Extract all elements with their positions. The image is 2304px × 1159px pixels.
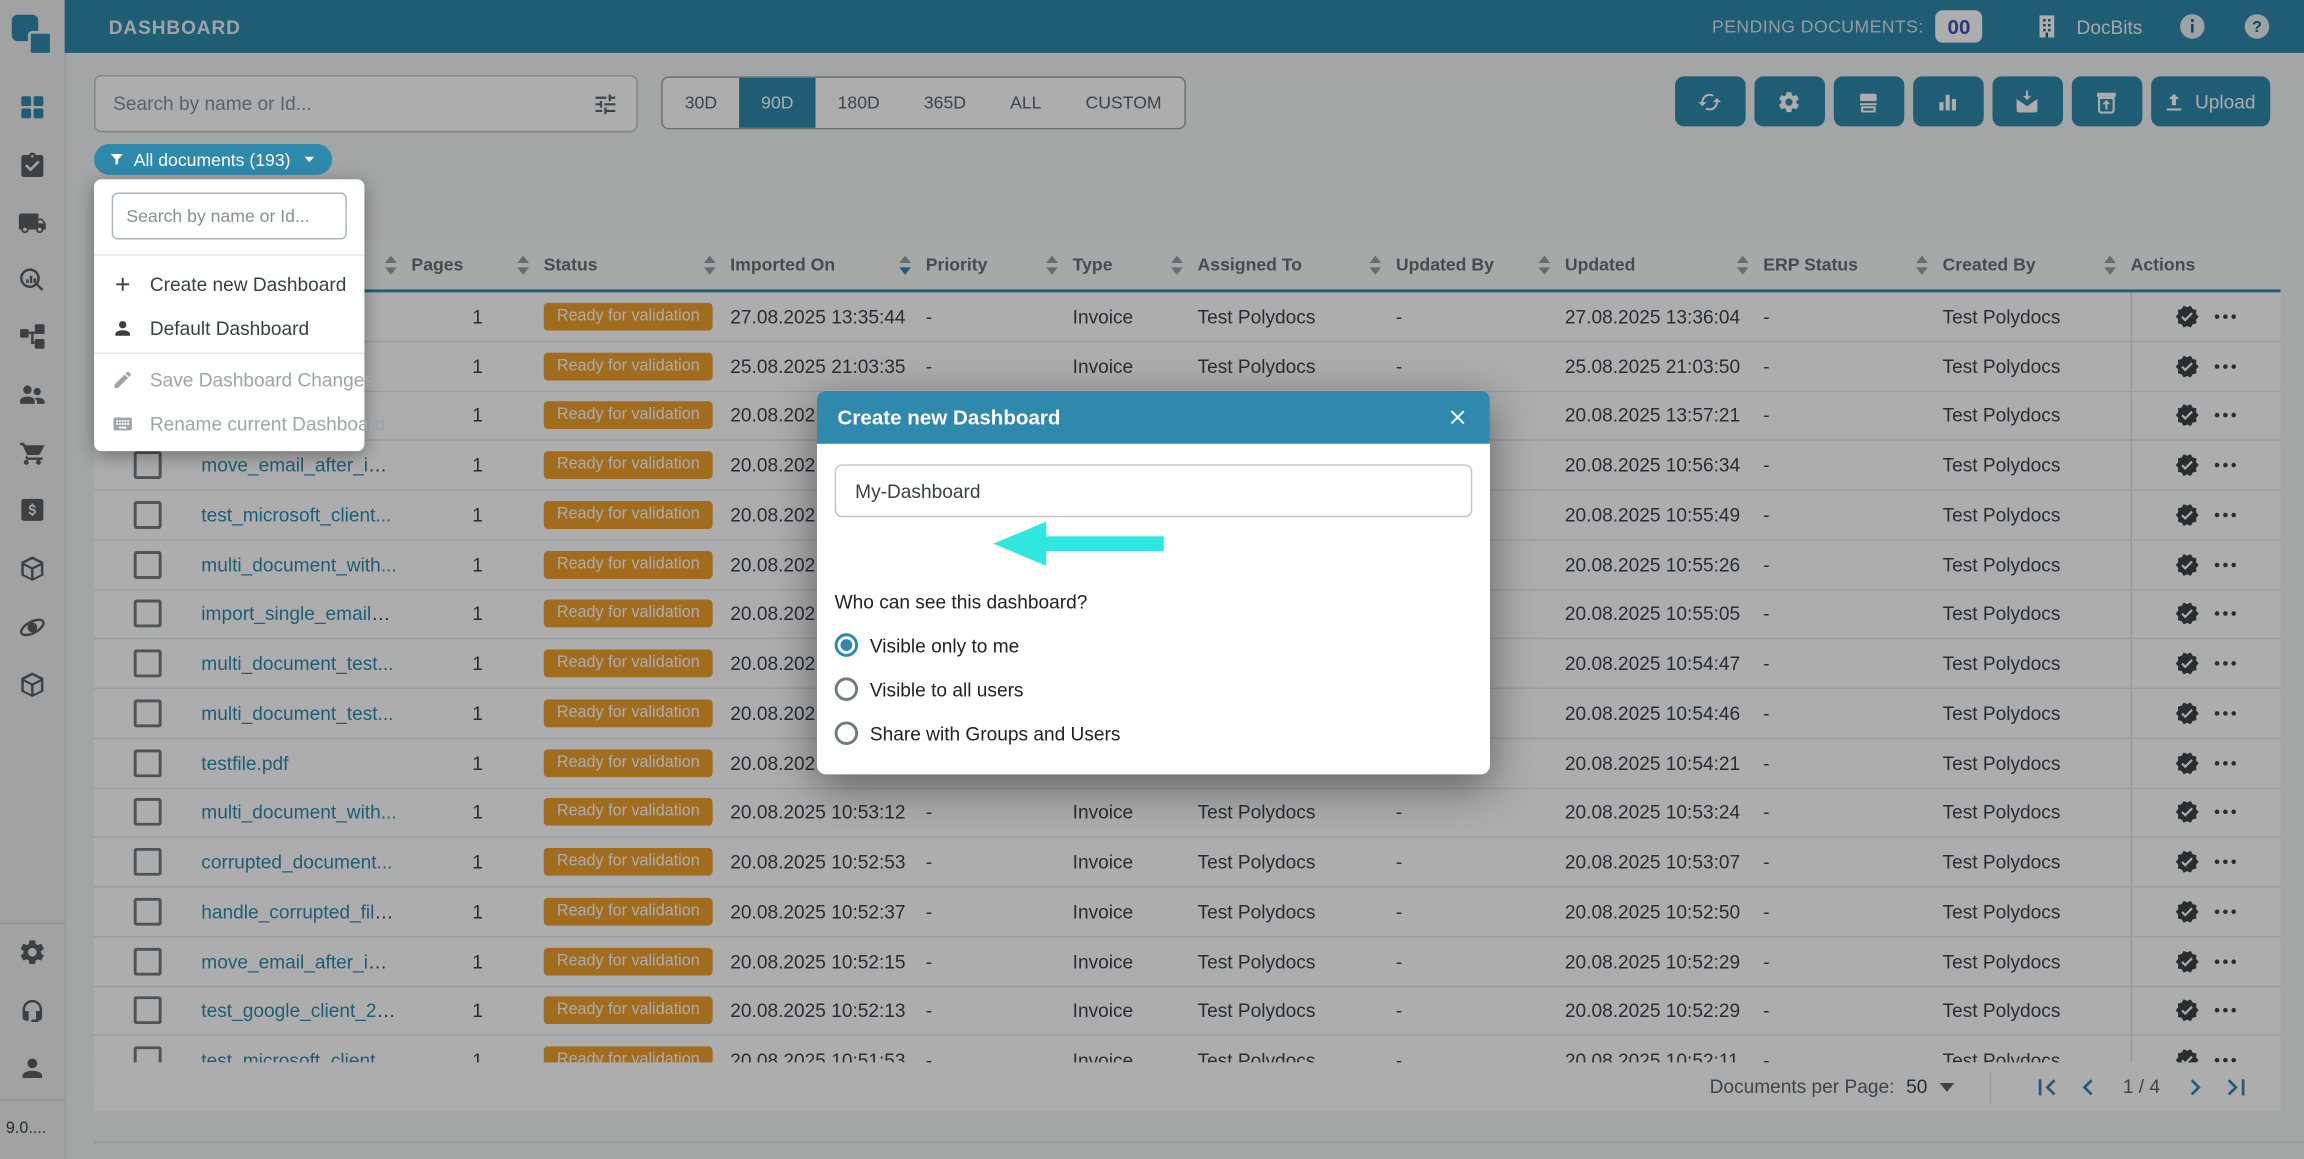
modal-header: Create new Dashboard	[817, 391, 1490, 444]
funnel-icon	[109, 151, 125, 167]
app-root: 9.0.... DASHBOARD PENDING DOCUMENTS: 00 …	[0, 0, 2304, 1159]
chevron-down-icon	[301, 151, 317, 167]
radio-button[interactable]	[835, 633, 859, 657]
menu-divider	[94, 353, 364, 354]
all-documents-filter-chip[interactable]: All documents (193)	[94, 144, 332, 175]
dashboard-name-input[interactable]	[835, 464, 1473, 517]
dashboard-menu: Create new DashboardDefault Dashboard Sav…	[94, 179, 364, 451]
menu-item-create-new-dashboard[interactable]: Create new Dashboard	[94, 262, 364, 306]
close-icon[interactable]	[1446, 406, 1470, 430]
dashboard-search-input[interactable]	[113, 206, 345, 227]
modal-title: Create new Dashboard	[838, 406, 1061, 430]
filter-chip-label: All documents (193)	[134, 149, 291, 170]
annotation-arrow	[993, 522, 1166, 566]
radio-label: Visible only to me	[870, 634, 1019, 656]
radio-button[interactable]	[835, 721, 859, 745]
dashboard-menu-search	[112, 192, 347, 239]
visibility-option-visible-to-all-users[interactable]: Visible to all users	[835, 667, 1121, 711]
radio-label: Visible to all users	[870, 678, 1024, 700]
visibility-options: Visible only to me Visible to all users Sh…	[835, 623, 1121, 755]
create-dashboard-modal: Create new Dashboard Who can see this da…	[817, 391, 1490, 775]
visibility-option-visible-only-to-me[interactable]: Visible only to me	[835, 623, 1121, 667]
radio-button[interactable]	[835, 677, 859, 701]
menu-item-rename-current-dashboard[interactable]: Rename current Dashboard	[94, 401, 364, 445]
radio-label: Share with Groups and Users	[870, 722, 1121, 744]
visibility-question: Who can see this dashboard?	[835, 591, 1088, 613]
menu-item-default-dashboard[interactable]: Default Dashboard	[94, 306, 364, 350]
menu-item-save-dashboard-changes[interactable]: Save Dashboard Changes	[94, 357, 364, 401]
visibility-option-share-with-groups-and-users[interactable]: Share with Groups and Users	[835, 711, 1121, 755]
